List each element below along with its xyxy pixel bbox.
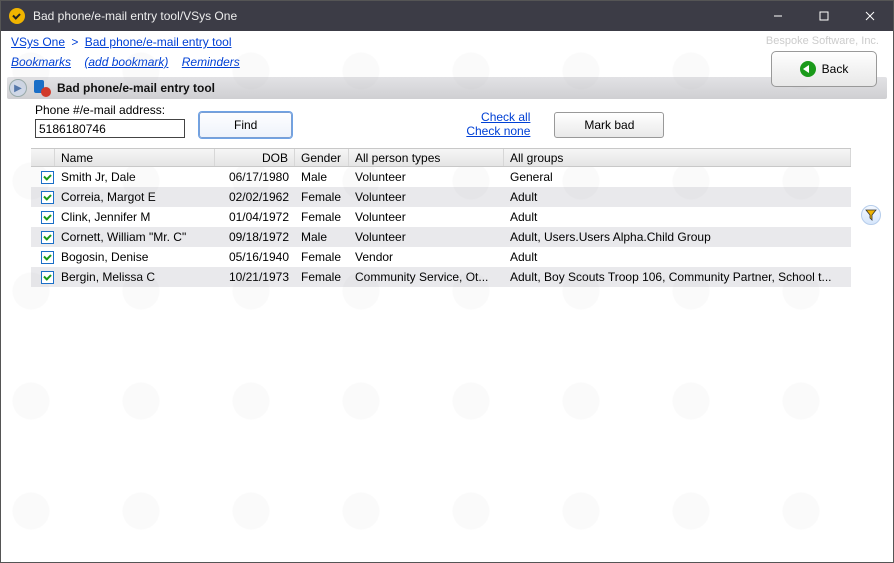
add-bookmark-link[interactable]: (add bookmark): [84, 55, 168, 69]
close-button[interactable]: [847, 1, 893, 31]
cell-dob: 09/18/1972: [215, 230, 295, 244]
row-checkbox[interactable]: [41, 171, 54, 184]
find-button[interactable]: Find: [199, 112, 292, 138]
cell-types: Volunteer: [349, 210, 504, 224]
cell-gender: Female: [295, 250, 349, 264]
reminders-link[interactable]: Reminders: [182, 55, 240, 69]
back-button[interactable]: Back: [771, 51, 877, 87]
table-row[interactable]: Clink, Jennifer M01/04/1972FemaleVolunte…: [31, 207, 851, 227]
cell-dob: 05/16/1940: [215, 250, 295, 264]
cell-name: Cornett, William "Mr. C": [55, 230, 215, 244]
window-titlebar: Bad phone/e-mail entry tool/VSys One: [1, 1, 893, 31]
row-checkbox[interactable]: [41, 231, 54, 244]
row-checkbox[interactable]: [41, 191, 54, 204]
cell-types: Volunteer: [349, 170, 504, 184]
breadcrumb: VSys One > Bad phone/e-mail entry tool: [11, 35, 232, 49]
cell-dob: 10/21/1973: [215, 270, 295, 284]
cell-types: Volunteer: [349, 230, 504, 244]
column-gender[interactable]: Gender: [295, 149, 349, 166]
column-types[interactable]: All person types: [349, 149, 504, 166]
bookmarks-link[interactable]: Bookmarks: [11, 55, 71, 69]
row-checkbox[interactable]: [41, 211, 54, 224]
row-checkbox[interactable]: [41, 271, 54, 284]
column-groups[interactable]: All groups: [504, 149, 851, 166]
maximize-button[interactable]: [801, 1, 847, 31]
breadcrumb-current-link[interactable]: Bad phone/e-mail entry tool: [85, 35, 232, 49]
breadcrumb-separator: >: [71, 35, 78, 49]
phone-email-label: Phone #/e-mail address:: [35, 103, 185, 117]
results-table: Name DOB Gender All person types All gro…: [31, 148, 851, 287]
cell-gender: Male: [295, 230, 349, 244]
window-title: Bad phone/e-mail entry tool/VSys One: [33, 9, 755, 23]
column-name[interactable]: Name: [55, 149, 215, 166]
cell-groups: Adult: [504, 210, 851, 224]
cell-dob: 02/02/1962: [215, 190, 295, 204]
cell-name: Smith Jr, Dale: [55, 170, 215, 184]
column-dob[interactable]: DOB: [215, 149, 295, 166]
section-header: ▶ Bad phone/e-mail entry tool: [7, 77, 887, 99]
cell-dob: 01/04/1972: [215, 210, 295, 224]
cell-dob: 06/17/1980: [215, 170, 295, 184]
table-row[interactable]: Bergin, Melissa C10/21/1973FemaleCommuni…: [31, 267, 851, 287]
check-all-link[interactable]: Check all: [466, 110, 530, 124]
cell-gender: Female: [295, 270, 349, 284]
phone-email-input[interactable]: [35, 119, 185, 138]
cell-name: Correia, Margot E: [55, 190, 215, 204]
back-arrow-icon: [800, 61, 816, 77]
minimize-button[interactable]: [755, 1, 801, 31]
cell-gender: Male: [295, 170, 349, 184]
cell-groups: Adult: [504, 250, 851, 264]
table-row[interactable]: Cornett, William "Mr. C"09/18/1972MaleVo…: [31, 227, 851, 247]
cell-types: Volunteer: [349, 190, 504, 204]
row-checkbox[interactable]: [41, 251, 54, 264]
mark-bad-button[interactable]: Mark bad: [554, 112, 664, 138]
filter-icon[interactable]: [861, 205, 881, 225]
cell-groups: General: [504, 170, 851, 184]
check-none-link[interactable]: Check none: [466, 124, 530, 138]
section-title: Bad phone/e-mail entry tool: [57, 81, 215, 95]
table-header: Name DOB Gender All person types All gro…: [31, 148, 851, 167]
cell-gender: Female: [295, 190, 349, 204]
cell-types: Vendor: [349, 250, 504, 264]
cell-name: Bogosin, Denise: [55, 250, 215, 264]
cell-gender: Female: [295, 210, 349, 224]
column-checkbox[interactable]: [31, 149, 55, 166]
app-icon: [9, 8, 25, 24]
nav-forward-icon[interactable]: ▶: [9, 79, 27, 97]
table-row[interactable]: Smith Jr, Dale06/17/1980MaleVolunteerGen…: [31, 167, 851, 187]
cell-name: Clink, Jennifer M: [55, 210, 215, 224]
breadcrumb-root-link[interactable]: VSys One: [11, 35, 65, 49]
back-button-label: Back: [822, 62, 849, 76]
table-row[interactable]: Correia, Margot E02/02/1962FemaleVolunte…: [31, 187, 851, 207]
tool-icon: [33, 79, 51, 97]
cell-name: Bergin, Melissa C: [55, 270, 215, 284]
cell-types: Community Service, Ot...: [349, 270, 504, 284]
cell-groups: Adult, Users.Users Alpha.Child Group: [504, 230, 851, 244]
cell-groups: Adult: [504, 190, 851, 204]
table-row[interactable]: Bogosin, Denise05/16/1940FemaleVendorAdu…: [31, 247, 851, 267]
vendor-watermark: Bespoke Software, Inc.: [766, 35, 883, 47]
cell-groups: Adult, Boy Scouts Troop 106, Community P…: [504, 270, 851, 284]
